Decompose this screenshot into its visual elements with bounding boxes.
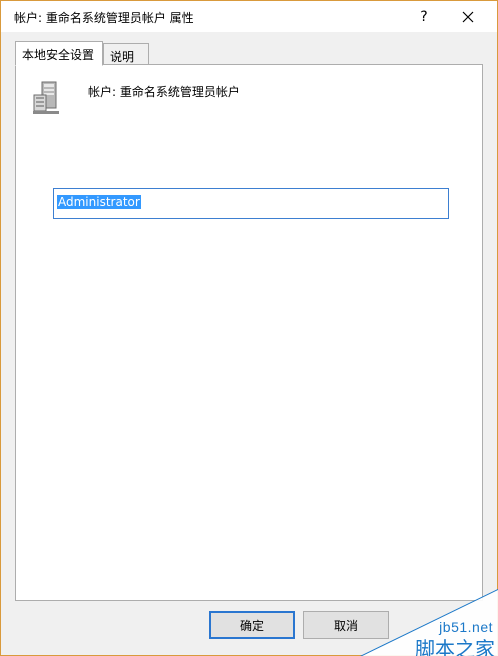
tab-panel: 帐户: 重命名系统管理员帐户 Administrator xyxy=(15,64,483,601)
tab-explain[interactable]: 说明 xyxy=(103,43,149,65)
close-icon xyxy=(462,11,474,22)
policy-label: 帐户: 重命名系统管理员帐户 xyxy=(88,85,240,99)
ok-button[interactable]: 确定 xyxy=(209,611,295,639)
help-icon: ? xyxy=(420,8,428,25)
tab-local-security-setting[interactable]: 本地安全设置 xyxy=(15,41,103,66)
watermark: jb51.net 脚本之家 xyxy=(359,589,498,656)
title-bar[interactable]: 帐户: 重命名系统管理员帐户 属性 ? xyxy=(1,1,497,32)
server-icon xyxy=(33,81,59,114)
window-title: 帐户: 重命名系统管理员帐户 属性 xyxy=(14,11,194,25)
selected-text: Administrator xyxy=(57,195,141,209)
account-name-input[interactable]: Administrator xyxy=(53,188,449,219)
watermark-brand: 脚本之家 xyxy=(415,637,495,656)
close-button[interactable] xyxy=(448,1,488,32)
help-button[interactable]: ? xyxy=(404,1,444,32)
properties-dialog: 帐户: 重命名系统管理员帐户 属性 ? 本地安全设置 说明 帐户: 重命名系统管… xyxy=(0,0,498,656)
